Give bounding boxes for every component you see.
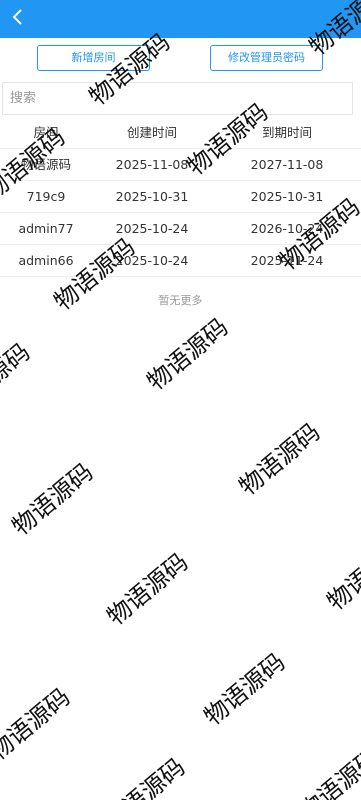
room-name: 物语源码 [20, 157, 71, 172]
expiry-date: 2025-10-31 [250, 189, 324, 204]
add-room-button[interactable]: 新增房间 [37, 45, 150, 71]
table-header: 房间 创建时间 到期时间 [0, 117, 361, 149]
watermark: 物语源码 [141, 312, 234, 396]
column-header-room: 房间 [33, 125, 59, 140]
change-admin-password-button[interactable]: 修改管理员密码 [210, 45, 323, 71]
watermark: 物语源码 [98, 752, 191, 800]
table-row[interactable]: 物语源码 2025-11-08 2027-11-08 [0, 149, 361, 181]
watermark: 物语源码 [0, 337, 36, 421]
watermark: 物语源码 [101, 547, 194, 631]
watermark: 物语源码 [293, 742, 361, 800]
watermark: 物语源码 [198, 647, 291, 731]
expiry-date: 2026-10-24 [250, 221, 324, 236]
action-row: 新增房间 修改管理员密码 [0, 38, 361, 80]
top-bar [0, 0, 361, 38]
no-more-text: 暂无更多 [158, 294, 203, 307]
created-date: 2025-11-08 [115, 157, 189, 172]
watermark: 物语源码 [0, 682, 76, 766]
room-name: admin77 [18, 221, 74, 236]
chevron-left-icon [11, 8, 25, 30]
table-row[interactable]: admin77 2025-10-24 2026-10-24 [0, 213, 361, 245]
watermark: 物语源码 [321, 532, 361, 616]
expiry-date: 2025-11-24 [250, 253, 324, 268]
room-name: admin66 [18, 253, 74, 268]
table-row[interactable]: admin66 2025-10-24 2025-11-24 [0, 245, 361, 277]
created-date: 2025-10-24 [115, 253, 189, 268]
created-date: 2025-10-31 [115, 189, 189, 204]
search-box [2, 82, 353, 115]
column-header-created: 创建时间 [126, 125, 177, 140]
room-table: 房间 创建时间 到期时间 物语源码 2025-11-08 2027-11-08 … [0, 117, 361, 277]
back-button[interactable] [6, 5, 30, 33]
expiry-date: 2027-11-08 [250, 157, 324, 172]
table-row[interactable]: 719c9 2025-10-31 2025-10-31 [0, 181, 361, 213]
search-input[interactable] [3, 83, 352, 114]
column-header-expires: 到期时间 [261, 125, 312, 140]
created-date: 2025-10-24 [115, 221, 189, 236]
room-name: 719c9 [26, 189, 66, 204]
watermark: 物语源码 [233, 417, 326, 501]
watermark: 物语源码 [6, 457, 99, 541]
